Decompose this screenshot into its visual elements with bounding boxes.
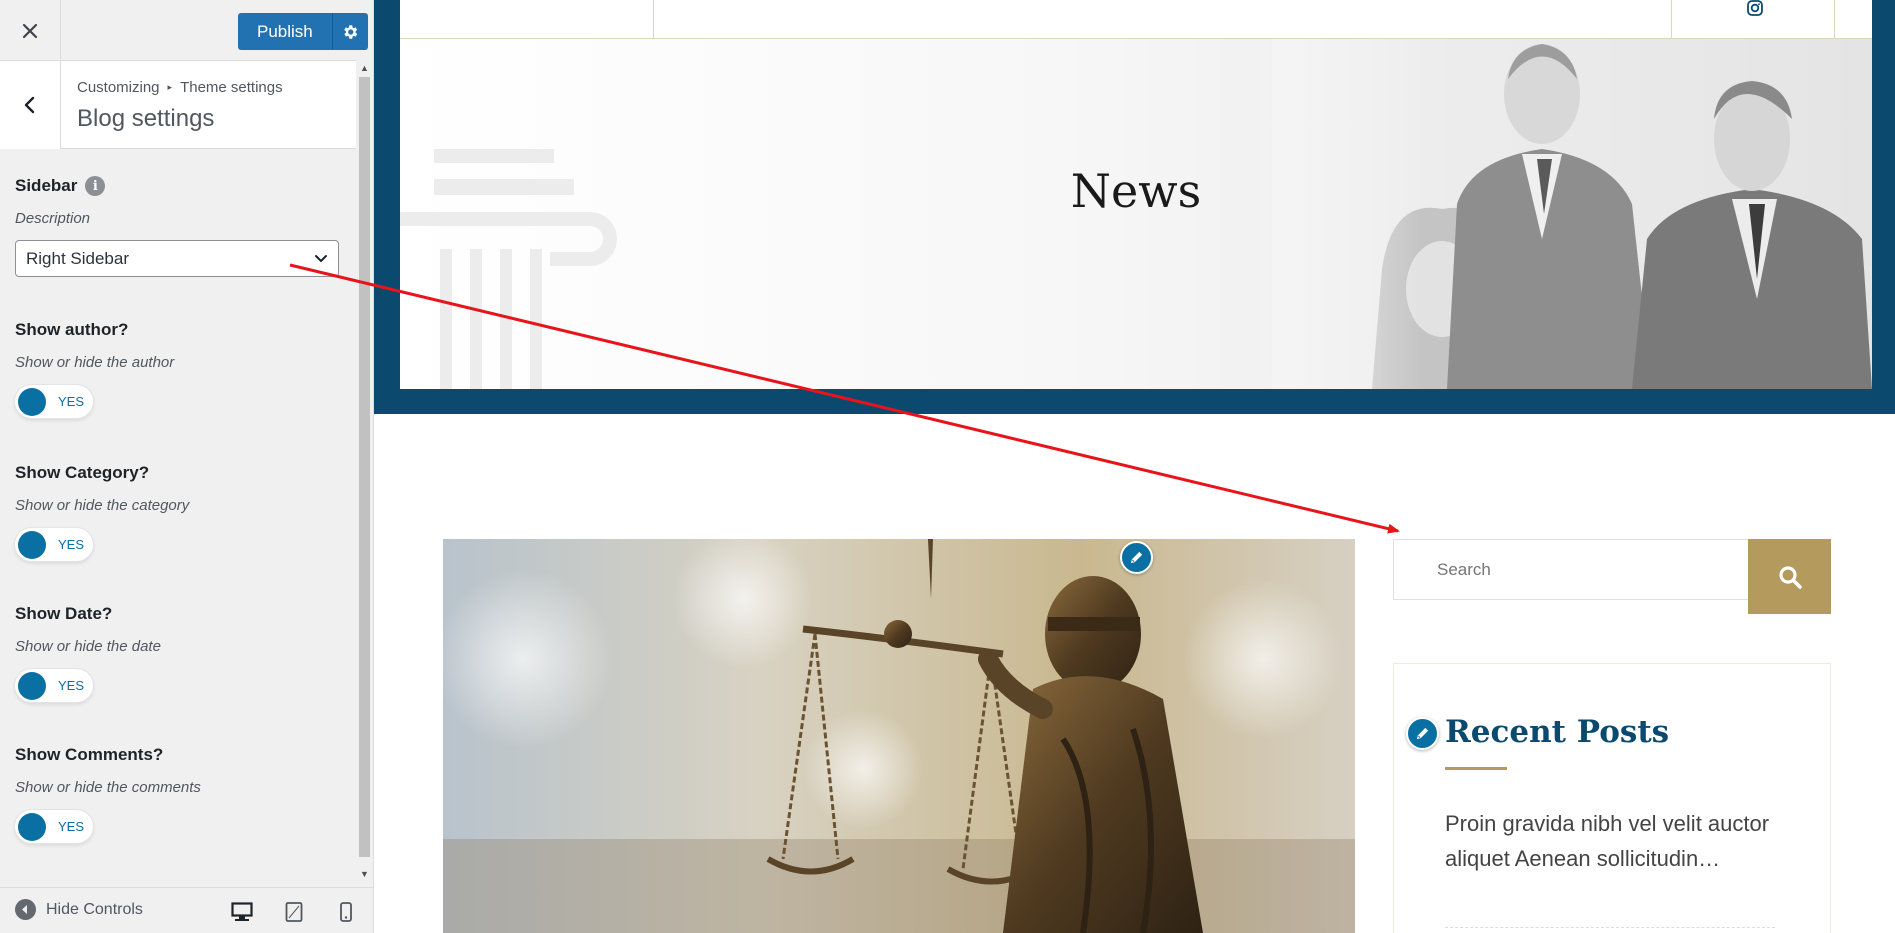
- toggle-label: Show Comments?: [15, 745, 164, 764]
- toggle-description: Show or hide the date: [15, 638, 161, 655]
- toggle-state: YES: [58, 537, 85, 552]
- page-hero: News: [400, 39, 1872, 389]
- breadcrumb: Customizing ▸ Theme settings: [77, 79, 283, 96]
- chevron-left-icon: [24, 96, 35, 114]
- show-comments-toggle[interactable]: YES: [15, 810, 93, 843]
- back-button[interactable]: [0, 61, 61, 149]
- publish-settings-button[interactable]: [331, 13, 368, 50]
- site-preview: News Search Recent Posts Proin gravida n…: [374, 0, 1895, 933]
- publish-group: Publish: [238, 13, 368, 50]
- customizer-footer: Hide Controls: [0, 887, 373, 933]
- search-icon: [1778, 565, 1802, 589]
- customizer-header: Publish: [0, 0, 368, 61]
- toggle-description: Show or hide the category: [15, 497, 190, 514]
- justice-statue-image: [443, 539, 1355, 933]
- instagram-icon[interactable]: [1746, 0, 1764, 18]
- top-bar-divider: [653, 0, 654, 38]
- sidebar-label-text: Sidebar: [15, 176, 78, 195]
- toggle-control-category: Show Category? Show or hide the category…: [15, 463, 189, 561]
- scroll-down-arrow[interactable]: ▼: [356, 867, 373, 881]
- breadcrumb-parent: Theme settings: [180, 79, 283, 96]
- hide-controls-label: Hide Controls: [46, 900, 143, 918]
- gear-icon: [344, 24, 358, 39]
- page-header-frame: News: [374, 0, 1895, 414]
- sidebar-select-value: Right Sidebar: [26, 248, 130, 268]
- close-icon: [22, 23, 38, 38]
- site-top-bar: [400, 0, 1872, 39]
- section-header: Customizing ▸ Theme settings Blog settin…: [0, 61, 356, 149]
- search-submit-button[interactable]: [1748, 539, 1831, 614]
- toggle-knob: [18, 387, 46, 416]
- close-customizer-button[interactable]: [0, 0, 61, 61]
- toggle-control-comments: Show Comments? Show or hide the comments…: [15, 745, 201, 843]
- info-icon[interactable]: i: [85, 176, 106, 196]
- hide-controls-button[interactable]: Hide Controls: [15, 899, 143, 920]
- toggle-knob: [18, 812, 46, 841]
- customizer-panel: Publish Customizing ▸ Theme settings Blo…: [0, 0, 374, 933]
- toggle-label: Show Date?: [15, 604, 113, 623]
- show-category-toggle[interactable]: YES: [15, 528, 93, 561]
- preview-desktop-button[interactable]: [229, 900, 255, 924]
- post-featured-image[interactable]: [443, 539, 1355, 933]
- toggle-control-date: Show Date? Show or hide the date YES: [15, 604, 161, 702]
- toggle-state: YES: [58, 394, 85, 409]
- toggle-knob: [18, 530, 46, 559]
- scroll-up-arrow[interactable]: ▲: [356, 61, 373, 75]
- sidebar-control-description: Description: [15, 210, 91, 227]
- sidebar-select[interactable]: Right Sidebar: [15, 240, 339, 277]
- breadcrumb-separator: ▸: [167, 82, 173, 92]
- toggle-knob: [18, 671, 46, 700]
- breadcrumb-root: Customizing: [77, 79, 160, 96]
- toggle-control-author: Show author? Show or hide the author YES: [15, 320, 174, 418]
- preview-tablet-button[interactable]: [281, 900, 307, 924]
- publish-button[interactable]: Publish: [238, 13, 332, 50]
- chevron-down-icon: [315, 254, 327, 262]
- recent-post-link[interactable]: Proin gravida nibh vel velit auctor aliq…: [1445, 806, 1775, 876]
- edit-shortcut-button[interactable]: [1120, 541, 1153, 574]
- recent-posts-title: Recent Posts: [1445, 714, 1670, 750]
- toggle-description: Show or hide the author: [15, 354, 175, 371]
- preview-mobile-button[interactable]: [333, 900, 359, 924]
- page-title: News: [1070, 164, 1202, 218]
- toggle-label: Show Category?: [15, 463, 150, 482]
- top-bar-divider: [1671, 0, 1672, 38]
- recent-posts-widget: Recent Posts Proin gravida nibh vel veli…: [1393, 663, 1831, 933]
- edit-shortcut-button[interactable]: [1406, 717, 1439, 750]
- tablet-icon: [285, 902, 303, 922]
- hide-controls-icon: [15, 899, 36, 920]
- search-input[interactable]: [1393, 539, 1749, 600]
- show-author-toggle[interactable]: YES: [15, 385, 93, 418]
- top-bar-divider: [1834, 0, 1835, 38]
- mobile-icon: [340, 902, 352, 922]
- desktop-icon: [231, 902, 253, 921]
- title-underline: [1445, 767, 1507, 770]
- panel-scrollbar[interactable]: ▲ ▼: [356, 61, 373, 887]
- toggle-description: Show or hide the comments: [15, 779, 201, 796]
- scrollbar-thumb[interactable]: [359, 77, 370, 857]
- pencil-edit-icon: [1130, 551, 1143, 564]
- show-date-toggle[interactable]: YES: [15, 669, 93, 702]
- pencil-edit-icon: [1416, 727, 1429, 740]
- section-title: Blog settings: [77, 105, 215, 132]
- sidebar-control: Sidebar i Description Right Sidebar: [15, 176, 339, 277]
- sidebar-control-label: Sidebar i: [15, 176, 339, 196]
- recent-post-divider: [1445, 927, 1775, 928]
- toggle-state: YES: [58, 678, 85, 693]
- toggle-label: Show author?: [15, 320, 129, 339]
- toggle-state: YES: [58, 819, 85, 834]
